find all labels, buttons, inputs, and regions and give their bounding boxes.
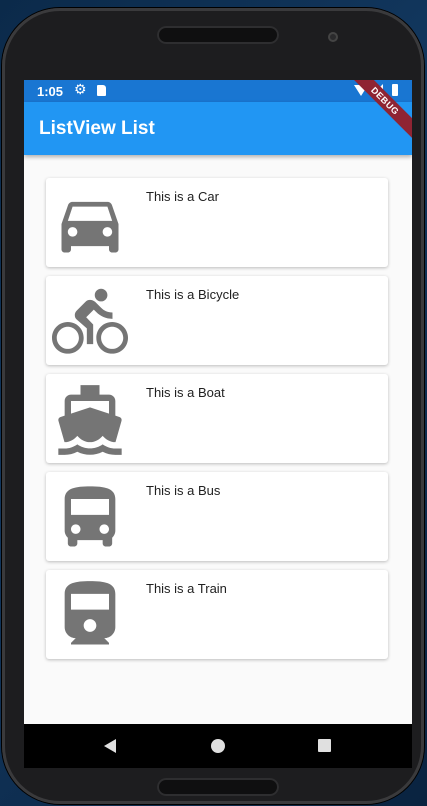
list-item[interactable]: This is a Bus <box>46 472 388 561</box>
screen: 1:05 ⚙ DEBUG ListView List This is a Car <box>24 80 412 768</box>
front-camera <box>328 32 338 42</box>
list-view[interactable]: This is a Car This is a Bicycle This is … <box>46 178 388 668</box>
recent-apps-icon[interactable] <box>318 739 331 752</box>
page-title: ListView List <box>39 118 155 139</box>
boat-icon <box>58 385 122 455</box>
phone-frame: 1:05 ⚙ DEBUG ListView List This is a Car <box>2 8 424 804</box>
status-time: 1:05 <box>37 84 64 99</box>
app-bar: ListView List <box>24 102 412 155</box>
home-icon[interactable] <box>211 739 225 753</box>
list-item-label: This is a Car <box>146 189 219 204</box>
list-item-label: This is a Boat <box>146 385 225 400</box>
status-bar: 1:05 ⚙ <box>24 80 412 102</box>
settings-gear-icon: ⚙ <box>74 81 87 97</box>
train-icon <box>64 581 116 645</box>
bottom-speaker <box>157 778 279 796</box>
navigation-bar <box>24 724 412 768</box>
list-body: This is a Car This is a Bicycle This is … <box>24 155 412 724</box>
back-icon[interactable] <box>104 739 116 753</box>
list-item-label: This is a Bicycle <box>146 287 240 302</box>
bicycle-icon <box>52 288 128 354</box>
list-item[interactable]: This is a Boat <box>46 374 388 463</box>
bus-icon <box>64 486 116 547</box>
sd-card-icon <box>97 85 106 96</box>
list-item[interactable]: This is a Car <box>46 178 388 267</box>
list-item[interactable]: This is a Bicycle <box>46 276 388 365</box>
car-icon <box>61 201 119 253</box>
top-speaker <box>157 26 279 44</box>
list-item-label: This is a Bus <box>146 483 221 498</box>
list-item[interactable]: This is a Train <box>46 570 388 659</box>
battery-icon <box>392 84 398 96</box>
list-item-label: This is a Train <box>146 581 227 596</box>
